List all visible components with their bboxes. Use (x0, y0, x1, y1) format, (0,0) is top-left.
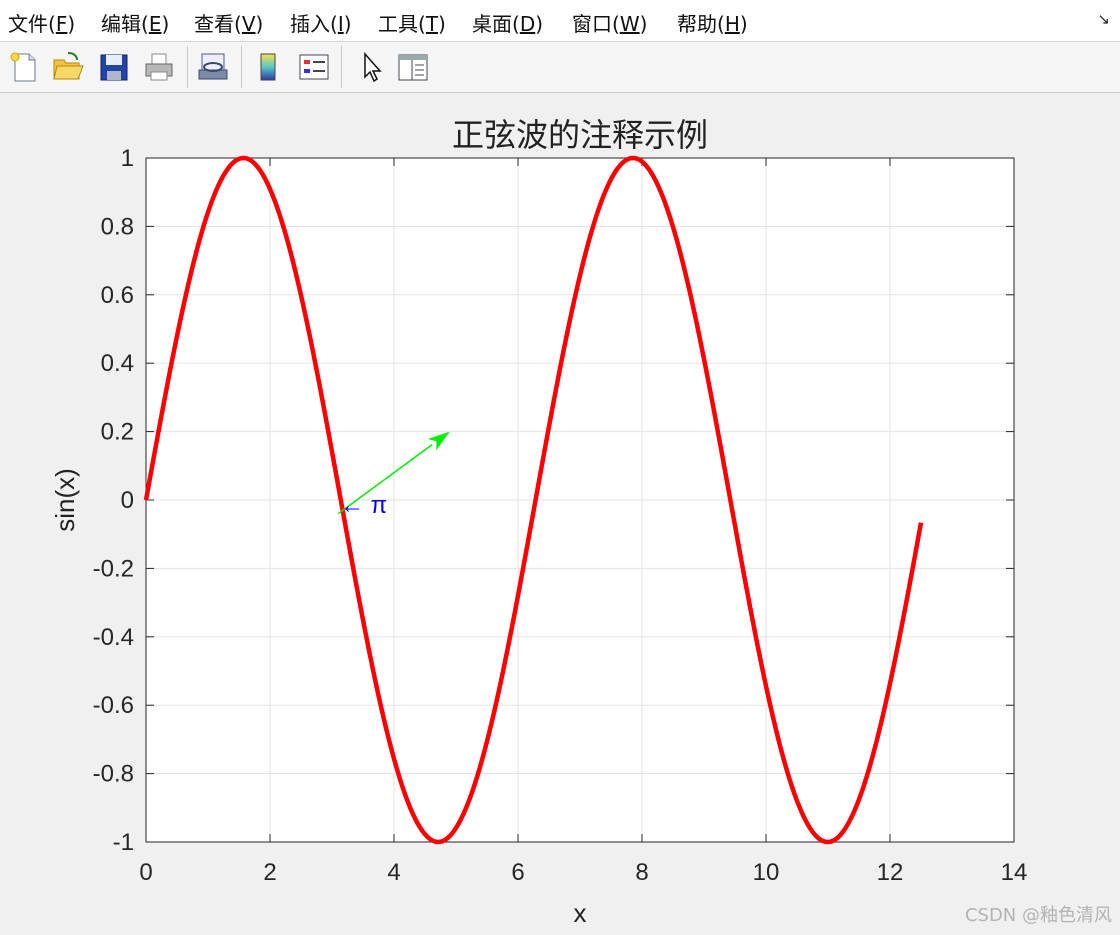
menu-edit[interactable]: 编辑(E) (101, 8, 169, 37)
chart-title: 正弦波的注释示例 (452, 116, 708, 154)
y-tick-label: -0.4 (93, 624, 134, 651)
figure-toolbar (0, 42, 1120, 93)
insert-colorbar-icon[interactable] (251, 50, 285, 84)
x-tick-label: 14 (1001, 859, 1028, 886)
y-tick-label: -0.6 (93, 692, 134, 719)
x-tick-label: 4 (387, 859, 400, 886)
x-tick-label: 12 (877, 859, 904, 886)
y-tick-label: 0.6 (101, 282, 134, 309)
dock-arrow-icon[interactable]: ↘ (1097, 10, 1110, 28)
figure-canvas: 1 0.8 0.6 0.4 0.2 0 -0.2 -0.4 -0.6 -0.8 -1 0 2 4 6 8 10… (50, 116, 1027, 928)
y-tick-label: 0.8 (101, 213, 134, 240)
menu-tools[interactable]: 工具(T) (378, 8, 446, 37)
edit-plot-pointer-icon[interactable] (355, 50, 389, 84)
property-inspector-icon[interactable] (396, 50, 430, 84)
y-axis-label: sin(x) (50, 468, 80, 532)
y-tick-label: 0 (121, 487, 134, 514)
watermark: CSDN @釉色清风 (964, 905, 1112, 926)
insert-legend-icon[interactable] (297, 50, 331, 84)
link-plot-icon[interactable] (196, 50, 230, 84)
menu-bar: 文件(F) 编辑(E) 查看(V) 插入(I) 工具(T) 桌面(D) 窗口(W… (0, 0, 1120, 42)
y-tick-label: -0.2 (93, 555, 134, 582)
menu-desktop[interactable]: 桌面(D) (472, 8, 543, 37)
menu-file[interactable]: 文件(F) (8, 8, 75, 37)
new-figure-icon[interactable] (6, 50, 40, 84)
y-tick-label: 1 (121, 145, 134, 172)
menu-insert[interactable]: 插入(I) (290, 8, 352, 37)
pi-annotation: ← π (340, 492, 387, 519)
menu-window[interactable]: 窗口(W) (572, 8, 647, 37)
x-tick-label: 0 (139, 859, 152, 886)
y-tick-label: -0.8 (93, 761, 134, 788)
open-file-icon[interactable] (51, 50, 85, 84)
x-tick-label: 6 (511, 859, 524, 886)
y-tick-label: 0.2 (101, 419, 134, 446)
x-tick-labels: 0 2 4 6 8 10 12 14 (139, 859, 1027, 886)
menu-view[interactable]: 查看(V) (194, 8, 263, 37)
x-tick-label: 10 (753, 859, 780, 886)
menu-help[interactable]: 帮助(H) (677, 8, 748, 37)
x-tick-label: 2 (263, 859, 276, 886)
y-tick-labels: 1 0.8 0.6 0.4 0.2 0 -0.2 -0.4 -0.6 -0.8 -1 (93, 145, 134, 856)
x-tick-label: 8 (635, 859, 648, 886)
y-tick-label: -1 (113, 829, 134, 856)
y-tick-label: 0.4 (101, 350, 134, 377)
print-icon[interactable] (142, 50, 176, 84)
x-axis-label: x (574, 898, 587, 928)
save-icon[interactable] (97, 50, 131, 84)
